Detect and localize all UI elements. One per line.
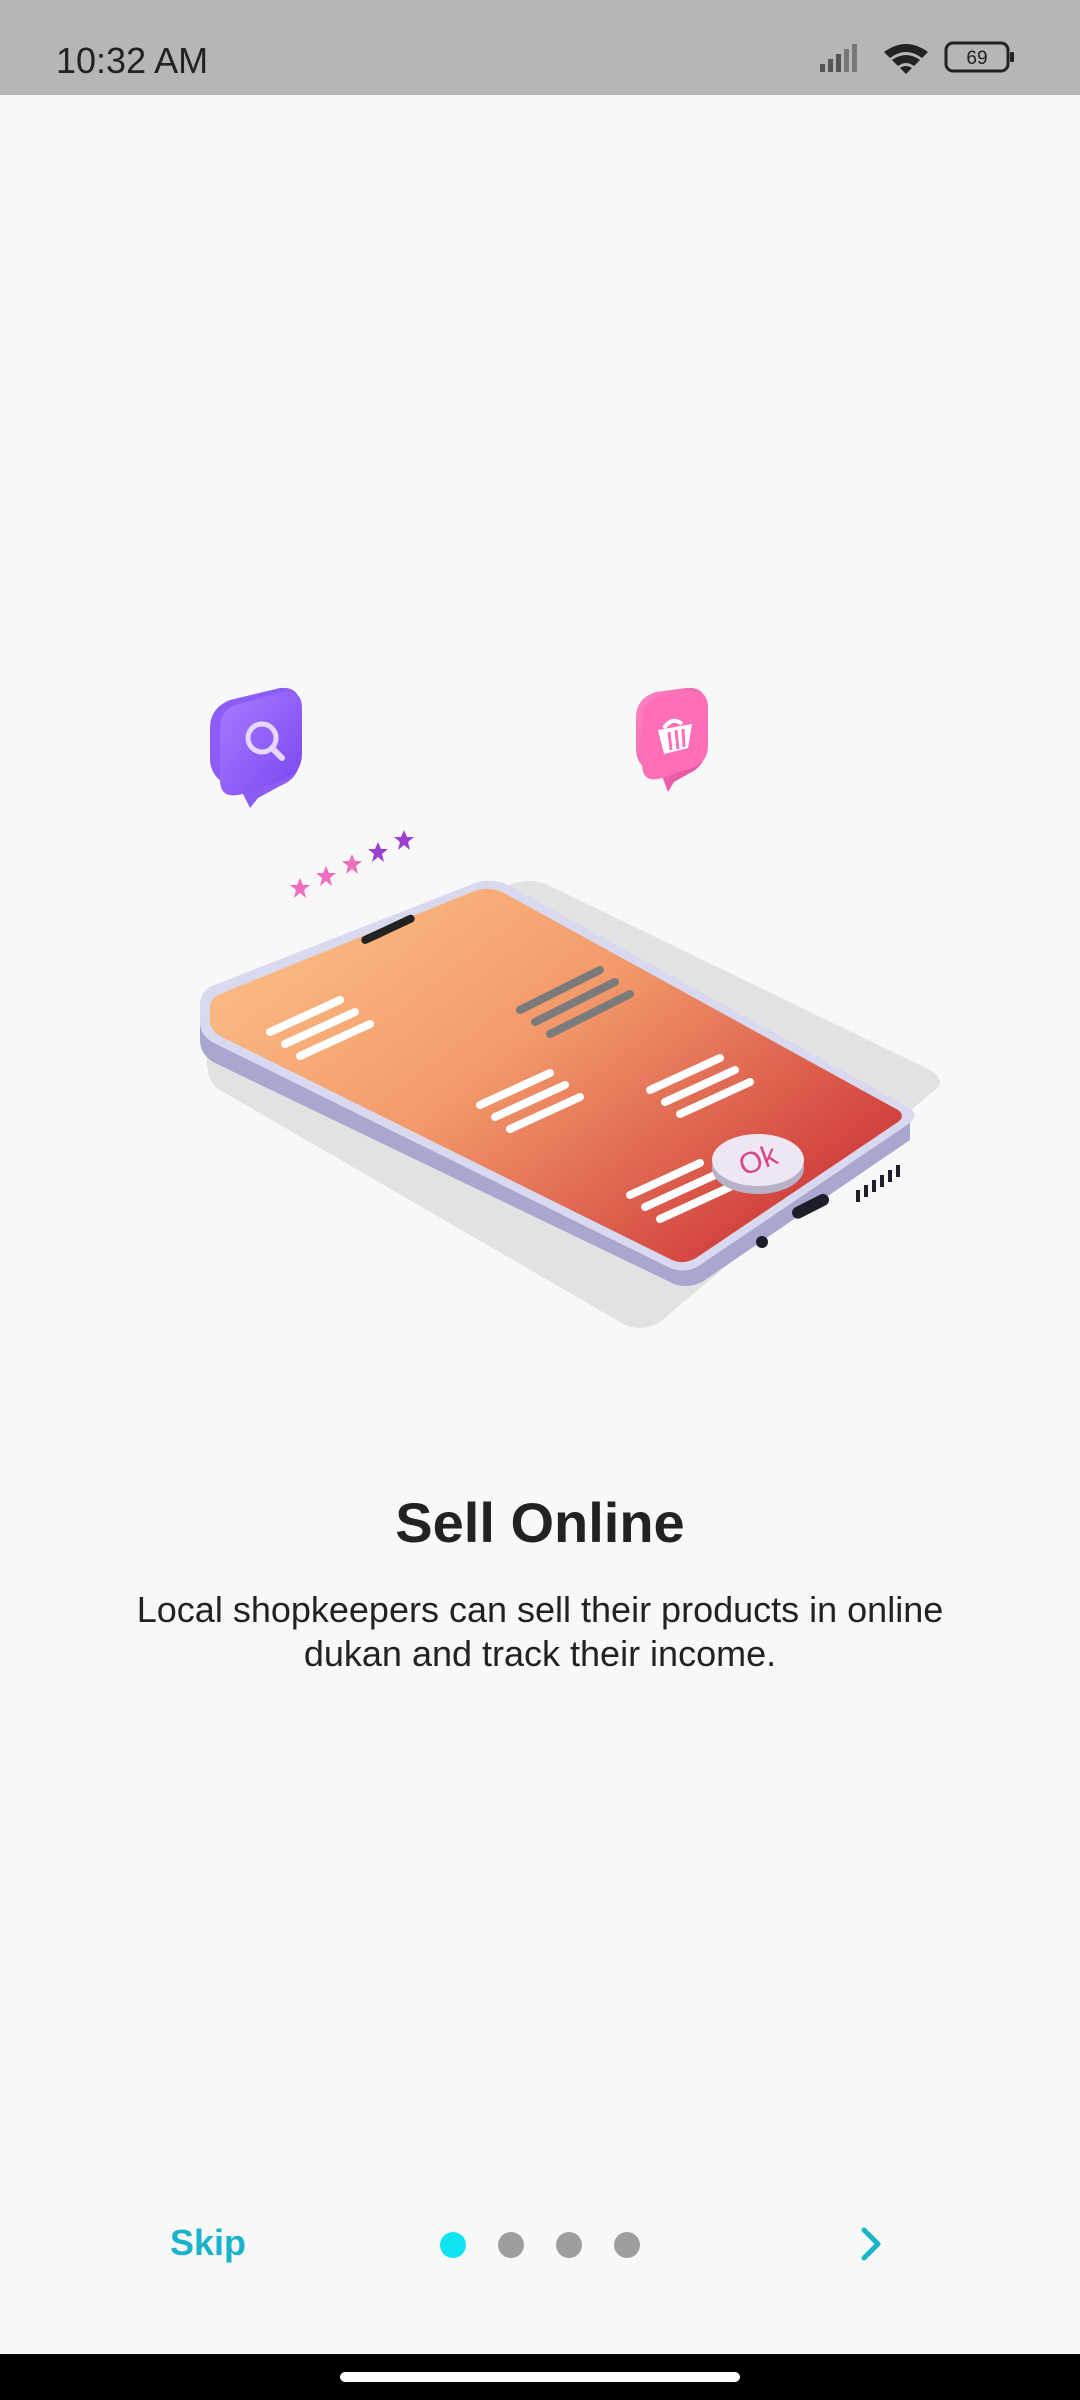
wifi-icon xyxy=(884,44,928,74)
shopping-basket-bubble-icon xyxy=(636,687,708,792)
skip-button[interactable]: Skip xyxy=(170,2222,246,2264)
page-title: Sell Online xyxy=(395,1491,685,1554)
search-bubble-icon xyxy=(210,687,302,808)
signal-icon xyxy=(820,44,857,72)
onboarding-illustration: Ok xyxy=(200,687,940,1328)
page-dot-1[interactable] xyxy=(440,2232,466,2258)
page-dot-4[interactable] xyxy=(614,2232,640,2258)
next-button[interactable] xyxy=(856,2224,886,2264)
page-description: Local shopkeepers can sell their product… xyxy=(136,1589,944,1674)
page-dot-2[interactable] xyxy=(498,2232,524,2258)
rating-stars-icon xyxy=(290,830,414,898)
page-indicator xyxy=(440,2232,640,2258)
status-time: 10:32 AM xyxy=(56,40,209,81)
status-icons: 69 xyxy=(820,41,1014,74)
ok-badge: Ok xyxy=(712,1134,804,1194)
battery-icon: 69 xyxy=(944,41,1014,73)
home-indicator[interactable] xyxy=(340,2372,740,2382)
battery-level: 69 xyxy=(966,48,987,69)
phone-graphic: Ok xyxy=(200,880,915,1286)
page-dot-3[interactable] xyxy=(556,2232,582,2258)
status-bar: 10:32 AM 69 xyxy=(0,0,1080,95)
chevron-right-icon xyxy=(861,2227,881,2261)
